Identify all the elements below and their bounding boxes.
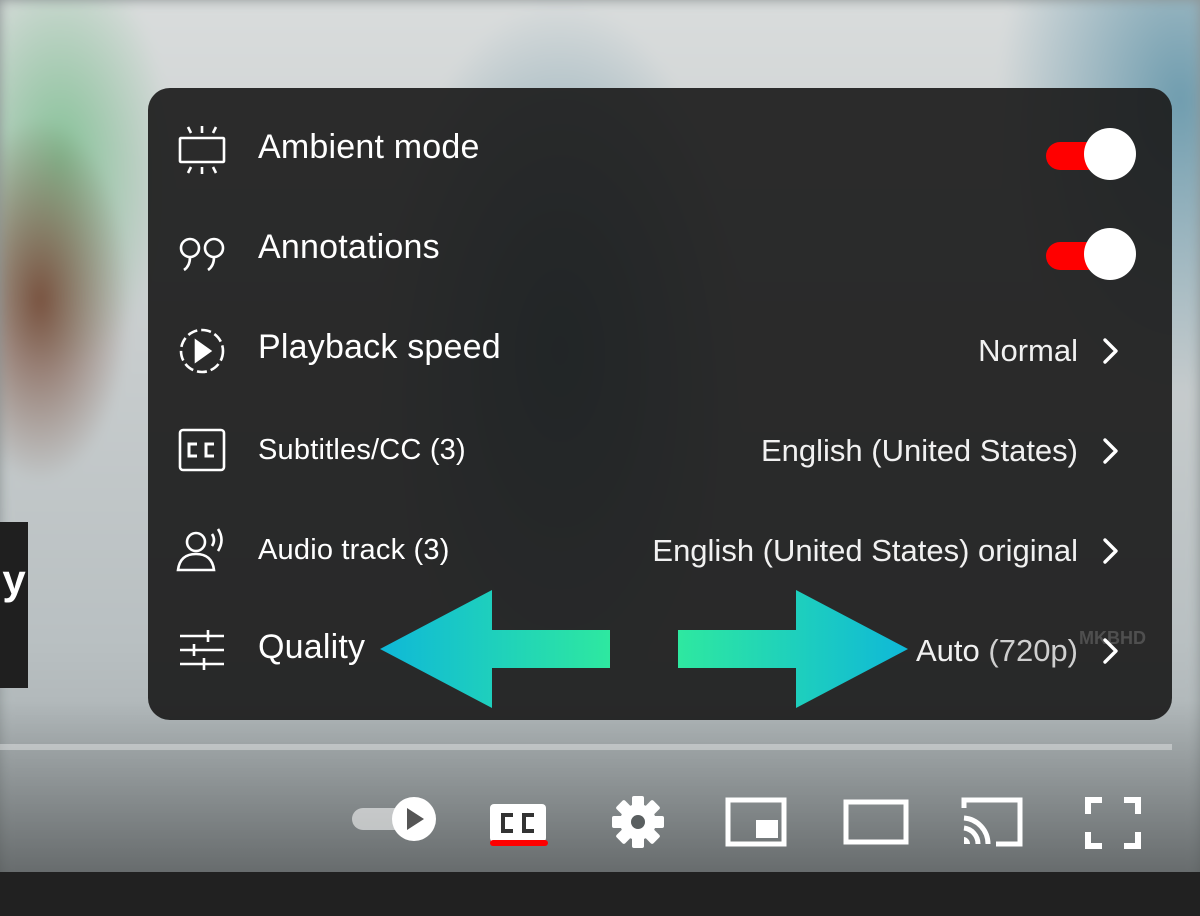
playback-speed-icon <box>174 324 230 376</box>
menu-item-quality[interactable]: Quality Auto (720p) <box>148 600 1172 700</box>
autoplay-toggle[interactable] <box>350 784 440 854</box>
channel-watermark: MKBHD <box>1079 628 1146 648</box>
menu-item-value: English (United States) <box>760 433 1078 468</box>
toggle-knob <box>1084 228 1136 280</box>
quality-value: Auto <box>915 633 980 668</box>
subtitles-icon <box>174 424 230 476</box>
menu-item-audio-track[interactable]: Audio track (3) English (United States) … <box>148 500 1172 600</box>
chevron-right-icon <box>1098 536 1122 566</box>
subtitles-button[interactable] <box>486 784 550 854</box>
menu-item-label: Playback speed <box>258 328 501 366</box>
theater-icon <box>843 799 909 845</box>
cast-button[interactable] <box>958 784 1028 854</box>
miniplayer-button[interactable] <box>724 784 790 854</box>
menu-item-subtitles[interactable]: Subtitles/CC (3) English (United States) <box>148 400 1172 500</box>
gear-icon <box>612 796 664 848</box>
progress-bar[interactable] <box>0 744 1172 750</box>
player-controls <box>0 770 1200 870</box>
menu-item-ambient-mode[interactable]: Ambient mode <box>148 100 1172 200</box>
menu-item-label: Ambient mode <box>258 128 480 166</box>
chevron-right-icon <box>1098 336 1122 366</box>
audio-track-icon <box>174 524 230 576</box>
menu-item-label: Quality <box>258 628 366 666</box>
right-arrow-annotation <box>676 590 908 708</box>
annotations-toggle[interactable] <box>1044 228 1136 280</box>
menu-item-playback-speed[interactable]: Playback speed Normal <box>148 300 1172 400</box>
fullscreen-icon <box>1085 797 1141 849</box>
menu-item-label: Annotations <box>258 228 440 266</box>
fullscreen-button[interactable] <box>1082 784 1144 854</box>
quality-sliders-icon <box>174 624 230 676</box>
menu-item-label: Audio track (3) <box>258 534 450 566</box>
ambient-mode-toggle[interactable] <box>1044 128 1136 180</box>
page-bottom-strip <box>0 872 1200 916</box>
left-arrow-annotation <box>380 590 612 708</box>
settings-menu: Ambient mode Annotations Playback speed … <box>148 88 1172 720</box>
video-overlay-text-box: y <box>0 522 28 688</box>
cc-active-indicator <box>490 840 548 846</box>
ambient-mode-icon <box>174 124 230 176</box>
theater-mode-button[interactable] <box>842 784 910 854</box>
miniplayer-icon <box>725 797 787 847</box>
chevron-right-icon <box>1098 436 1122 466</box>
menu-item-annotations[interactable]: Annotations <box>148 200 1172 300</box>
video-overlay-text: y <box>2 556 26 603</box>
settings-button[interactable] <box>608 784 668 854</box>
menu-item-label: Subtitles/CC (3) <box>258 434 466 466</box>
toggle-knob <box>1084 128 1136 180</box>
menu-item-value: English (United States) original <box>652 533 1078 568</box>
quality-value-detail: (720p) <box>988 633 1078 668</box>
autoplay-icon <box>352 797 436 841</box>
cast-icon <box>961 797 1023 847</box>
menu-item-value: Normal <box>978 333 1078 368</box>
menu-item-value: Auto (720p) <box>916 633 1078 669</box>
annotations-icon <box>174 224 230 276</box>
